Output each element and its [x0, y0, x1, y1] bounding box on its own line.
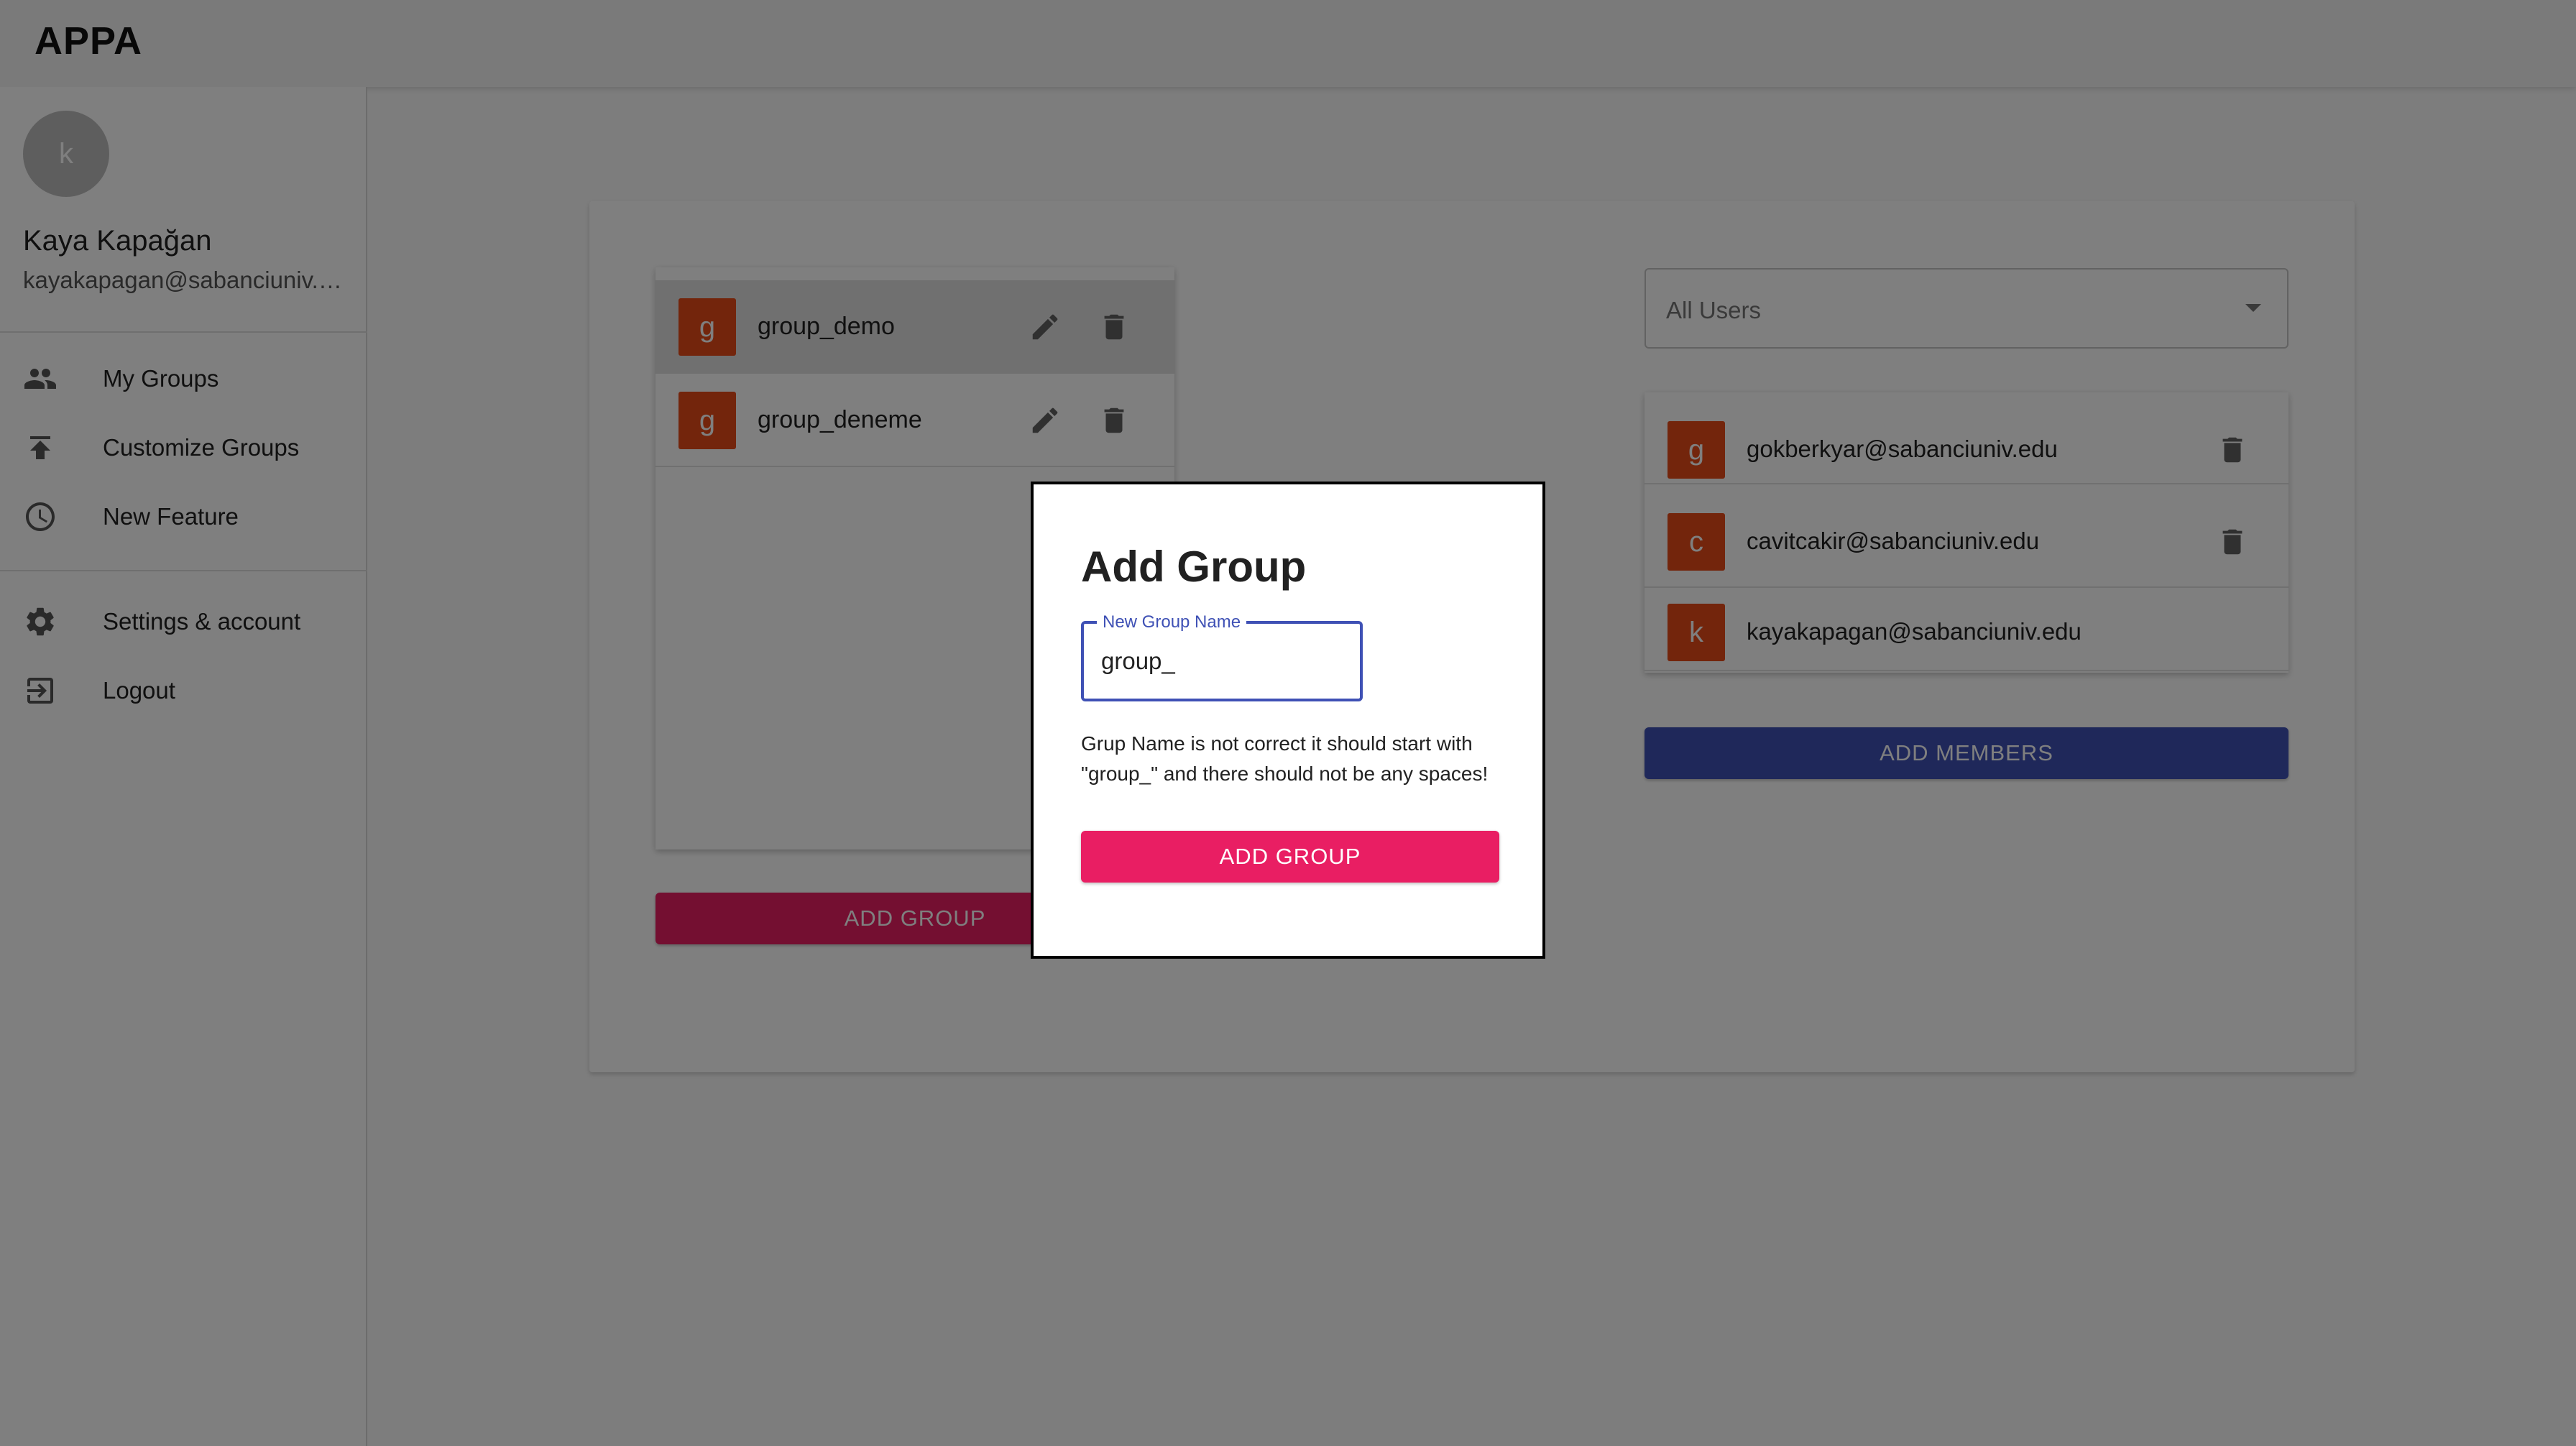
group-name-input[interactable]	[1101, 645, 1346, 677]
dialog-add-group-button[interactable]: ADD GROUP	[1081, 831, 1499, 883]
validation-error: Grup Name is not correct it should start…	[1081, 732, 1489, 785]
dialog-title: Add Group	[1081, 543, 1307, 591]
group-name-field[interactable]: New Group Name	[1081, 612, 1363, 701]
add-group-dialog: Add Group New Group Name Grup Name is no…	[1031, 482, 1545, 959]
group-name-field-label: New Group Name	[1097, 612, 1247, 632]
